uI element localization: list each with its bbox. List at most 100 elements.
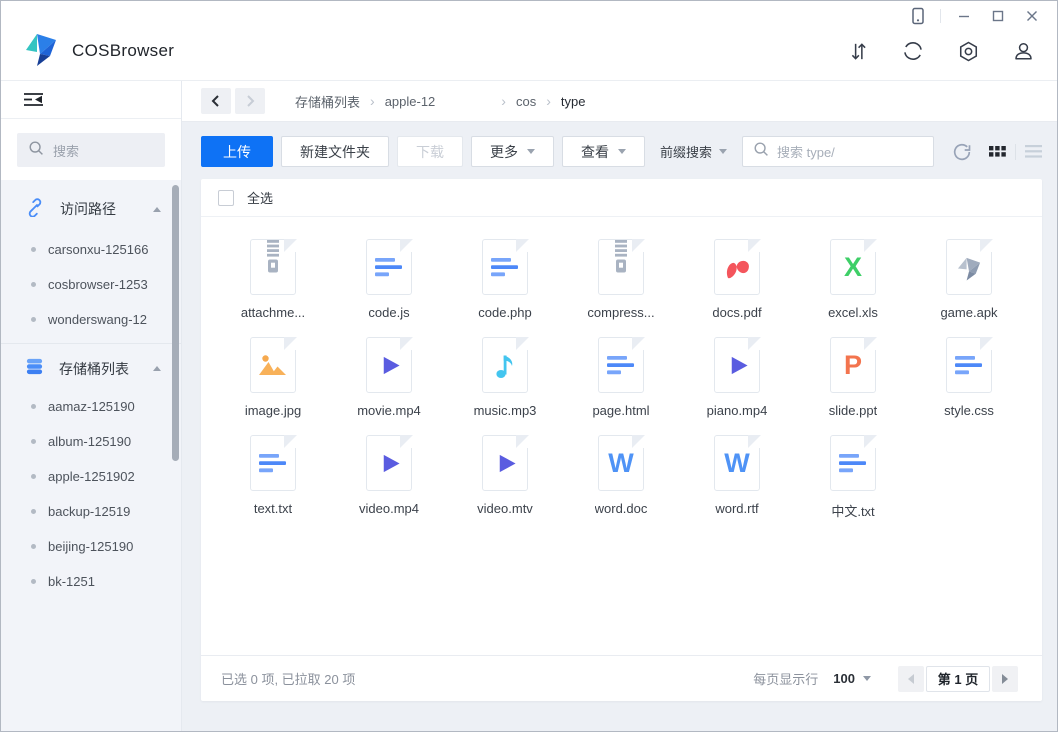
- transfer-list-icon[interactable]: [846, 39, 870, 63]
- per-page-label: 每页显示行: [753, 669, 818, 688]
- sidebar-item-access-path[interactable]: wonderswang-12: [1, 302, 181, 337]
- refresh-icon[interactable]: [952, 142, 972, 162]
- page-fold: [864, 435, 877, 448]
- sync-icon[interactable]: [901, 39, 925, 63]
- file-name: style.css: [944, 403, 994, 418]
- file-item[interactable]: text.txt: [215, 435, 331, 520]
- sidebar-item-label: aamaz-125190: [48, 399, 135, 414]
- file-type-icon: [714, 239, 760, 295]
- file-item[interactable]: image.jpg: [215, 337, 331, 418]
- file-type-icon: [598, 239, 644, 295]
- file-item[interactable]: docs.pdf: [679, 239, 795, 320]
- back-button[interactable]: [201, 88, 231, 114]
- section-bucket-list[interactable]: 存储桶列表: [1, 343, 181, 389]
- file-item[interactable]: code.js: [331, 239, 447, 320]
- section-label: 存储桶列表: [59, 359, 129, 379]
- file-item[interactable]: video.mp4: [331, 435, 447, 520]
- prefix-search-dropdown[interactable]: 前缀搜索: [660, 142, 727, 161]
- file-item[interactable]: video.mtv: [447, 435, 563, 520]
- window-controls: [900, 1, 1049, 31]
- bucket-list: aamaz-125190 album-125190 apple-1251902: [1, 389, 181, 599]
- view-dropdown[interactable]: 查看: [562, 136, 645, 167]
- file-name: image.jpg: [245, 403, 301, 418]
- sidebar-item-bucket[interactable]: backup-12519: [1, 494, 181, 529]
- file-item[interactable]: W word.doc: [563, 435, 679, 520]
- prefix-search-label: 前缀搜索: [660, 142, 712, 161]
- file-item[interactable]: P slide.ppt: [795, 337, 911, 418]
- file-item[interactable]: compress...: [563, 239, 679, 320]
- page-fold: [400, 239, 413, 252]
- select-all-checkbox[interactable]: [218, 190, 234, 206]
- breadcrumb-item[interactable]: 存储桶列表: [295, 92, 360, 111]
- sidebar-item-access-path[interactable]: cosbrowser-1253: [1, 267, 181, 302]
- file-type-icon: P: [830, 337, 876, 393]
- file-type-icon: [714, 337, 760, 393]
- page-fold: [748, 337, 761, 350]
- header-actions: [846, 39, 1035, 63]
- file-item[interactable]: W word.rtf: [679, 435, 795, 520]
- prev-page-button[interactable]: [898, 666, 924, 692]
- file-name: word.doc: [595, 501, 648, 516]
- page-fold: [284, 337, 297, 350]
- sidebar-scrollbar[interactable]: [172, 185, 179, 461]
- upload-button[interactable]: 上传: [201, 136, 273, 167]
- app-logo-row: COSBrowser: [23, 27, 174, 74]
- forward-button[interactable]: [235, 88, 265, 114]
- sidebar-item-bucket[interactable]: bk-1251: [1, 564, 181, 599]
- sidebar-item-bucket[interactable]: apple-1251902: [1, 459, 181, 494]
- file-item[interactable]: game.apk: [911, 239, 1027, 320]
- next-page-button[interactable]: [992, 666, 1018, 692]
- list-view-icon[interactable]: [1025, 145, 1042, 158]
- main-area: 存储桶列表 › apple-12 › cos: [182, 81, 1057, 731]
- page-fold: [516, 435, 529, 448]
- breadcrumb-item[interactable]: › apple-12: [360, 93, 435, 109]
- more-label: 更多: [490, 142, 518, 162]
- breadcrumb-item[interactable]: › cos: [491, 93, 536, 109]
- breadcrumb-item[interactable]: › type: [536, 93, 585, 109]
- sidebar-search-input[interactable]: 搜索: [17, 133, 165, 167]
- file-name: video.mp4: [359, 501, 419, 516]
- sidebar-item-bucket[interactable]: beijing-125190: [1, 529, 181, 564]
- page-fold: [632, 435, 645, 448]
- page-fold: [284, 435, 297, 448]
- section-access-paths[interactable]: 访问路径: [1, 186, 181, 232]
- file-item[interactable]: 中文.txt: [795, 435, 911, 520]
- file-item[interactable]: X excel.xls: [795, 239, 911, 320]
- search-icon: [28, 140, 44, 161]
- file-panel: 全选: [201, 179, 1042, 701]
- user-account-icon[interactable]: [1011, 39, 1035, 63]
- file-letter-glyph: X: [844, 254, 862, 281]
- minimize-button[interactable]: [947, 1, 981, 31]
- file-name: code.js: [368, 305, 409, 320]
- maximize-button[interactable]: [981, 1, 1015, 31]
- file-name: slide.ppt: [829, 403, 877, 418]
- file-item[interactable]: movie.mp4: [331, 337, 447, 418]
- file-item[interactable]: piano.mp4: [679, 337, 795, 418]
- more-dropdown[interactable]: 更多: [471, 136, 554, 167]
- file-item[interactable]: attachme...: [215, 239, 331, 320]
- file-name: music.mp3: [474, 403, 537, 418]
- download-button[interactable]: 下载: [397, 136, 463, 167]
- file-item[interactable]: code.php: [447, 239, 563, 320]
- chevron-down-icon[interactable]: [863, 676, 871, 681]
- file-search-input[interactable]: 搜索 type/: [742, 136, 934, 167]
- bullet-icon: [31, 404, 36, 409]
- file-item[interactable]: style.css: [911, 337, 1027, 418]
- close-button[interactable]: [1015, 1, 1049, 31]
- bullet-icon: [31, 247, 36, 252]
- sidebar-collapse-icon[interactable]: [23, 92, 44, 107]
- file-letter-glyph: W: [724, 450, 749, 477]
- breadcrumb-bar: 存储桶列表 › apple-12 › cos: [182, 81, 1057, 122]
- file-item[interactable]: page.html: [563, 337, 679, 418]
- settings-gear-icon[interactable]: [956, 39, 980, 63]
- sidebar-item-access-path[interactable]: carsonxu-125166: [1, 232, 181, 267]
- sidebar-item-bucket[interactable]: aamaz-125190: [1, 389, 181, 424]
- grid-view-icon[interactable]: [989, 146, 1006, 157]
- chevron-right-icon: [1002, 674, 1008, 684]
- sidebar-item-bucket[interactable]: album-125190: [1, 424, 181, 459]
- file-name: attachme...: [241, 305, 305, 320]
- new-folder-button[interactable]: 新建文件夹: [281, 136, 389, 167]
- file-item[interactable]: music.mp3: [447, 337, 563, 418]
- file-name: game.apk: [940, 305, 997, 320]
- mobile-app-icon[interactable]: [900, 1, 934, 31]
